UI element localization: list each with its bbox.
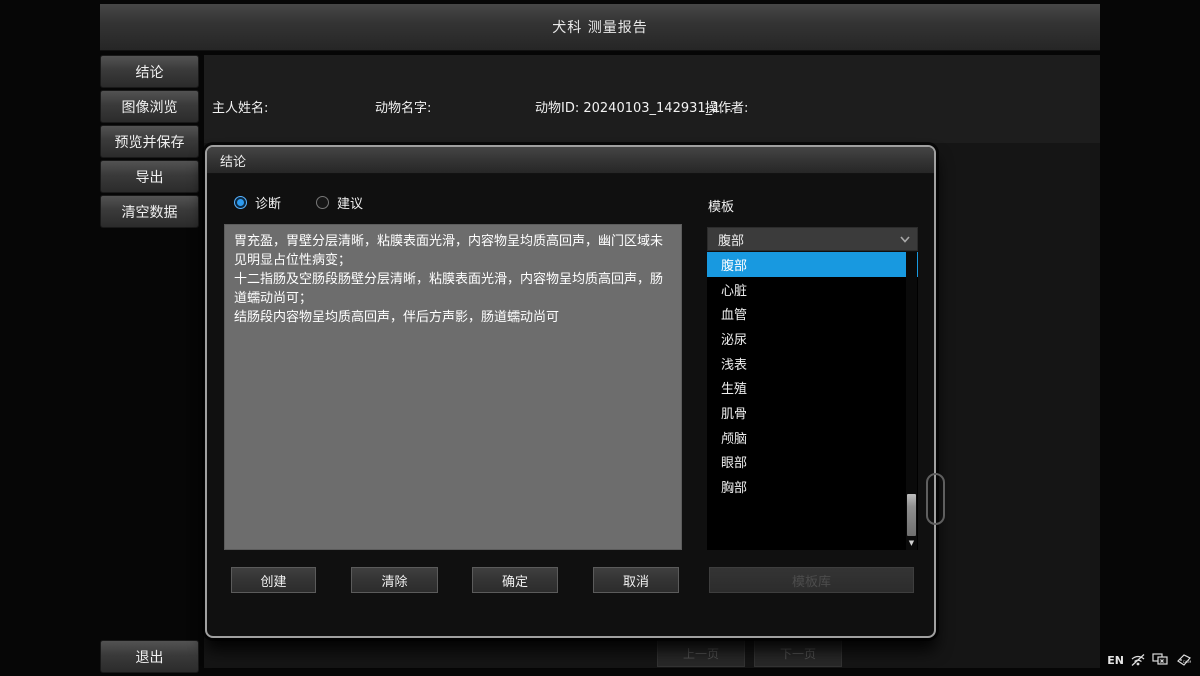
- dicom-dcm-icon[interactable]: DCM: [1175, 653, 1192, 667]
- scrollbar-thumb[interactable]: [907, 494, 916, 536]
- screen: 犬科 测量报告 主人姓名: 出生日期: 动物: 动物名字: 性别: 未知 绝育情…: [0, 0, 1200, 676]
- suggestion-radio-label: 建议: [337, 193, 363, 212]
- create-button[interactable]: 创建: [231, 567, 316, 593]
- radio-unselected-icon: [316, 196, 329, 209]
- template-option-reproductive[interactable]: 生殖: [707, 375, 918, 400]
- display-disconnect-icon[interactable]: [1152, 653, 1169, 667]
- animal-id-field: 动物ID: 20240103_142931_1…: [535, 100, 733, 119]
- animal-name-field: 动物名字:: [375, 100, 506, 119]
- template-option-abdomen[interactable]: 腹部: [707, 252, 918, 277]
- sidebar-item-clear-data[interactable]: 清空数据: [100, 195, 199, 228]
- diagnosis-radio-label: 诊断: [255, 193, 281, 212]
- scrollbar-down-icon[interactable]: ▼: [906, 538, 917, 548]
- app-title-bar: 犬科 测量报告: [100, 4, 1100, 51]
- template-dropdown-value: 腹部: [718, 230, 744, 249]
- template-option-musculoskeletal[interactable]: 肌骨: [707, 400, 918, 425]
- template-dropdown[interactable]: 腹部: [707, 227, 918, 251]
- diagnosis-radio[interactable]: 诊断: [234, 193, 281, 212]
- template-option-heart[interactable]: 心脏: [707, 277, 918, 302]
- prev-page-button[interactable]: 上一页: [657, 640, 745, 667]
- sidebar-item-conclusion[interactable]: 结论: [100, 55, 199, 88]
- exit-button[interactable]: 退出: [100, 640, 199, 673]
- diagnosis-text-input[interactable]: 胃充盈，胃壁分层清晰，粘膜表面光滑，内容物呈均质高回声，幽门区域未见明显占位性病…: [224, 224, 682, 550]
- conclusion-type-radios: 诊断 建议: [234, 193, 363, 212]
- patient-info-header: 主人姓名: 出生日期: 动物: 动物名字: 性别: 未知 绝育情况: 未知 体表…: [204, 55, 1100, 143]
- network-off-icon[interactable]: [1130, 653, 1146, 667]
- sidebar-item-export[interactable]: 导出: [100, 160, 199, 193]
- owner-name-field: 主人姓名:: [212, 100, 268, 119]
- dialog-title-bar: 结论: [207, 147, 934, 174]
- template-label: 模板: [708, 196, 734, 215]
- page-title: 犬科 测量报告: [552, 17, 647, 37]
- template-option-superficial[interactable]: 浅表: [707, 351, 918, 376]
- template-option-vessel[interactable]: 血管: [707, 301, 918, 326]
- operator-field: 操作者:: [705, 100, 789, 119]
- template-option-chest[interactable]: 胸部: [707, 474, 918, 499]
- template-option-cranial[interactable]: 颅脑: [707, 425, 918, 450]
- conclusion-dialog: 结论 诊断 建议 胃充盈，胃壁分层清晰，粘膜表面光滑，内容物呈均质高回声，幽门区…: [205, 145, 936, 638]
- template-library-button[interactable]: 模板库: [709, 567, 914, 593]
- chevron-down-icon: [899, 233, 911, 249]
- sidebar-item-preview-save[interactable]: 预览并保存: [100, 125, 199, 158]
- template-options-list: 腹部 心脏 血管 泌尿 浅表 生殖 肌骨 颅脑 眼部 胸部 ▼: [707, 252, 918, 550]
- sidebar-item-image-browse[interactable]: 图像浏览: [100, 90, 199, 123]
- language-indicator[interactable]: EN: [1107, 654, 1124, 667]
- svg-text:DCM: DCM: [1183, 660, 1191, 664]
- template-list-scrollbar[interactable]: ▼: [906, 252, 917, 550]
- next-page-button[interactable]: 下一页: [754, 640, 842, 667]
- radio-selected-icon: [234, 196, 247, 209]
- suggestion-radio[interactable]: 建议: [316, 193, 363, 212]
- clear-button[interactable]: 清除: [351, 567, 438, 593]
- cancel-button[interactable]: 取消: [593, 567, 679, 593]
- dialog-title: 结论: [220, 151, 246, 170]
- template-option-eye[interactable]: 眼部: [707, 450, 918, 475]
- dialog-drawer-handle[interactable]: [926, 473, 945, 525]
- status-bar: EN DCM: [1107, 653, 1192, 667]
- ok-button[interactable]: 确定: [472, 567, 558, 593]
- template-option-urinary[interactable]: 泌尿: [707, 326, 918, 351]
